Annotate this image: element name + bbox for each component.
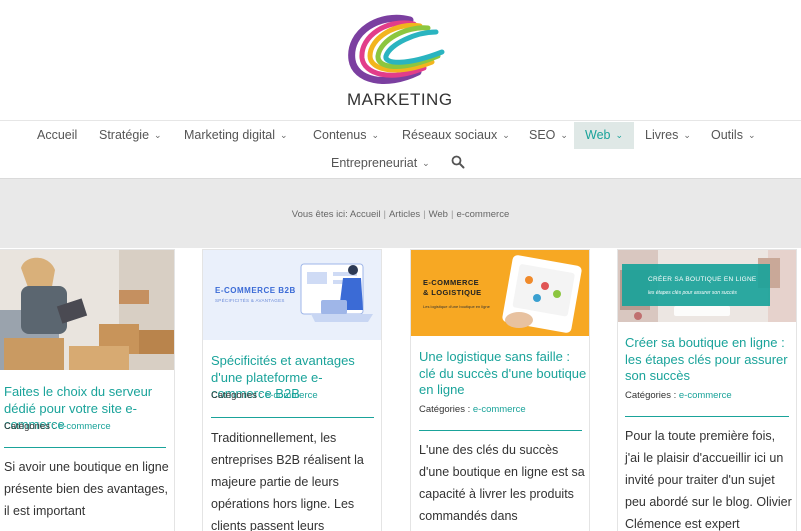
- article-excerpt: L'une des clés du succès d'une boutique …: [419, 443, 585, 523]
- article-card: E-COMMERCE & LOGISTIQUE Les logistique d'…: [410, 249, 590, 531]
- nav-item-label: Stratégie: [99, 128, 150, 142]
- nav-item-label: Accueil: [37, 128, 78, 142]
- divider: [419, 430, 582, 431]
- divider: [211, 417, 374, 418]
- article-thumbnail[interactable]: [0, 250, 175, 370]
- nav-item-label: Outils: [711, 128, 743, 142]
- chevron-down-icon: ⌄: [747, 130, 756, 140]
- article-excerpt: Traditionnellement, les entreprises B2B …: [211, 431, 364, 531]
- category-link[interactable]: e-commerce: [265, 390, 318, 401]
- breadcrumb-link-articles[interactable]: Articles: [389, 209, 420, 220]
- nav-item-contenus[interactable]: Contenus ⌄: [302, 122, 390, 149]
- image-caption-title: CRÉER SA BOUTIQUE EN LIGNE: [648, 276, 757, 283]
- article-categories: Catégories : e-commerce: [4, 421, 111, 432]
- category-link[interactable]: e-commerce: [58, 421, 111, 432]
- nav-item-label: SEO: [529, 128, 556, 142]
- article-thumbnail[interactable]: [618, 250, 797, 322]
- article-card: E-COMMERCE B2B SPÉCIFICITÉS & AVANTAGES …: [202, 249, 382, 531]
- image-caption-title: E-COMMERCE & LOGISTIQUE: [423, 278, 482, 297]
- article-excerpt: Si avoir une boutique en ligne présente …: [4, 460, 169, 518]
- chevron-down-icon: ⌄: [371, 130, 380, 140]
- divider: [625, 416, 789, 417]
- nav-item-label: Entrepreneuriat: [331, 156, 418, 170]
- chevron-down-icon: ⌄: [154, 130, 162, 140]
- divider: [4, 447, 166, 448]
- chevron-down-icon: ⌄: [560, 130, 568, 140]
- article-categories: Catégories : e-commerce: [625, 390, 732, 401]
- article-thumbnail[interactable]: [203, 250, 382, 340]
- nav-item-label: Marketing digital: [184, 128, 276, 142]
- nav-item-reseaux-sociaux[interactable]: Réseaux sociaux ⌄: [391, 122, 521, 149]
- image-caption-subtitle: Les logistique d'une boutique en ligne: [423, 304, 490, 309]
- nav-item-outils[interactable]: Outils ⌄: [700, 122, 767, 149]
- nav-item-livres[interactable]: Livres ⌄: [634, 122, 702, 149]
- nav-item-label: Contenus: [313, 128, 367, 142]
- article-title[interactable]: Une logistique sans faille : clé du succ…: [419, 349, 587, 399]
- nav-item-web[interactable]: Web ⌄: [574, 122, 635, 149]
- breadcrumb-separator: |: [423, 209, 426, 220]
- logo-swirl-icon[interactable]: [340, 12, 450, 92]
- chevron-down-icon: ⌄: [422, 158, 430, 168]
- chevron-down-icon: ⌄: [280, 130, 288, 140]
- categories-label: Catégories :: [4, 421, 56, 432]
- breadcrumb-link-web[interactable]: Web: [429, 209, 448, 220]
- nav-item-seo[interactable]: SEO ⌄: [518, 122, 579, 149]
- category-link[interactable]: e-commerce: [473, 404, 526, 415]
- site-header: MARKETING: [0, 0, 801, 120]
- article-excerpt: Pour la toute première fois, j'ai le pla…: [625, 429, 792, 531]
- breadcrumb-link-accueil[interactable]: Accueil: [350, 209, 381, 220]
- breadcrumb-separator: |: [450, 209, 454, 220]
- categories-label: Catégories :: [625, 390, 677, 401]
- article-title[interactable]: Créer sa boutique en ligne : les étapes …: [625, 335, 793, 385]
- breadcrumb-current: e-commerce: [456, 209, 510, 220]
- nav-item-label: Réseaux sociaux: [402, 128, 498, 142]
- search-icon[interactable]: [451, 155, 465, 169]
- image-caption-subtitle: les étapes clés pour assurer son succès: [648, 290, 737, 296]
- categories-label: Catégories :: [211, 390, 263, 401]
- article-categories: Catégories : e-commerce: [211, 390, 318, 401]
- breadcrumb: Vous êtes ici: Accueil | Articles | Web | e-co…: [0, 209, 801, 220]
- image-caption-title: E-COMMERCE B2B: [215, 286, 296, 295]
- chevron-down-icon: ⌄: [683, 130, 691, 140]
- nav-item-label: Livres: [645, 128, 679, 142]
- nav-item-marketing-digital[interactable]: Marketing digital ⌄: [173, 122, 299, 149]
- nav-item-label: Web: [585, 128, 611, 142]
- main-navigation: Accueil Stratégie ⌄ Marketing digital ⌄ Co…: [0, 120, 801, 178]
- image-caption-subtitle: SPÉCIFICITÉS & AVANTAGES: [215, 298, 285, 303]
- article-categories: Catégories : e-commerce: [419, 404, 526, 415]
- breadcrumb-separator: |: [383, 209, 386, 220]
- article-card: CRÉER SA BOUTIQUE EN LIGNE les étapes cl…: [617, 249, 797, 531]
- chevron-down-icon: ⌄: [502, 130, 510, 140]
- breadcrumb-prefix: Vous êtes ici:: [291, 209, 348, 220]
- nav-item-accueil[interactable]: Accueil: [26, 122, 88, 149]
- article-card: Faites le choix du serveur dédié pour vo…: [0, 249, 175, 531]
- logo-text[interactable]: MARKETING: [347, 90, 453, 110]
- nav-item-strategie[interactable]: Stratégie ⌄: [88, 122, 173, 149]
- categories-label: Catégories :: [419, 404, 471, 415]
- breadcrumb-band: Vous êtes ici: Accueil | Articles | Web | e-co…: [0, 178, 801, 248]
- category-link[interactable]: e-commerce: [679, 390, 732, 401]
- chevron-down-icon: ⌄: [615, 130, 624, 140]
- nav-item-entrepreneuriat[interactable]: Entrepreneuriat ⌄: [320, 150, 441, 177]
